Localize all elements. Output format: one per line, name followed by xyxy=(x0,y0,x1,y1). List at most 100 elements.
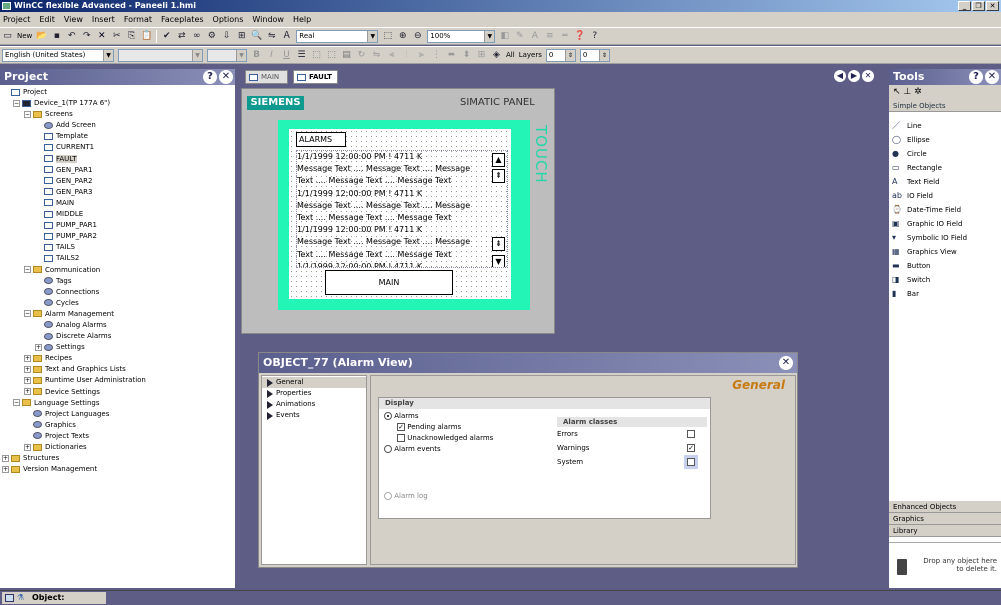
tool-bar[interactable]: ▮ Bar xyxy=(889,287,1001,301)
grid-icon[interactable]: ⊞ xyxy=(476,50,487,61)
tree-item-add-screen[interactable]: Add Screen xyxy=(2,120,235,131)
alarms-radio[interactable] xyxy=(384,412,392,420)
delete-drop-zone[interactable]: Drop any object here to delete it. xyxy=(889,542,1001,588)
replace-icon[interactable]: ⇋ xyxy=(266,31,277,42)
alarm-class-checkbox[interactable] xyxy=(687,430,695,438)
save-icon[interactable]: ▪ xyxy=(51,31,62,42)
dialog-close-icon[interactable]: ✕ xyxy=(779,356,793,370)
alarms-title-field[interactable]: ALARMS xyxy=(296,132,346,147)
order-icon[interactable]: ▤ xyxy=(341,50,352,61)
tool-circle[interactable]: ● Circle xyxy=(889,147,1001,161)
tree-item-graphics[interactable]: Graphics xyxy=(2,420,235,431)
font-combo[interactable]: Real ▼ xyxy=(296,29,379,43)
layer-spin-2[interactable]: 0 ⇕ xyxy=(579,48,610,62)
transfer-icon[interactable]: ⇄ xyxy=(176,31,187,42)
alarm-events-radio[interactable] xyxy=(384,445,392,453)
language-combo[interactable]: English (United States) ▼ xyxy=(2,48,114,62)
collapse-icon[interactable]: − xyxy=(13,99,20,107)
menu-edit[interactable]: Edit xyxy=(39,15,55,24)
align-icon[interactable]: ☰ xyxy=(296,50,307,61)
download-icon[interactable]: ⇩ xyxy=(221,31,232,42)
line-color-icon[interactable]: ✎ xyxy=(514,31,525,42)
same-width-icon[interactable]: ⬌ xyxy=(446,50,457,61)
flip-icon[interactable]: ⇋ xyxy=(371,50,382,61)
tab-next-icon[interactable]: ▶ xyxy=(848,70,860,82)
expand-icon[interactable]: + xyxy=(24,376,31,384)
group-icon[interactable]: ⬚ xyxy=(311,50,322,61)
tab-main[interactable]: MAIN xyxy=(245,70,288,84)
tree-item-alarm-management[interactable]: − Alarm Management xyxy=(2,309,235,320)
tree-item-screens[interactable]: − Screens xyxy=(2,109,235,120)
tree-item-current1[interactable]: CURRENT1 xyxy=(2,142,235,153)
restore-button[interactable]: ❐ xyxy=(972,1,985,11)
expand-icon[interactable]: + xyxy=(35,343,42,351)
font-family-combo[interactable]: ▼ xyxy=(118,48,203,62)
nav-general[interactable]: General xyxy=(262,377,366,388)
hmi-panel-frame[interactable]: SIEMENS SIMATIC PANEL TOUCH ALARMS 1/1/1… xyxy=(241,88,555,334)
new-icon[interactable]: ▭ xyxy=(2,31,13,42)
alarms-radio-row[interactable]: Alarms xyxy=(384,412,418,420)
tools-close-icon[interactable]: ✕ xyxy=(985,70,999,84)
enhanced-objects-section[interactable]: Enhanced Objects xyxy=(889,501,1001,513)
tab-prev-icon[interactable]: ◀ xyxy=(834,70,846,82)
tree-item-gen-par1[interactable]: GEN_PAR1 xyxy=(2,165,235,176)
tree-item-text-and-graphics-lists[interactable]: + Text and Graphics Lists xyxy=(2,364,235,375)
main-button[interactable]: MAIN xyxy=(325,270,453,295)
open-icon[interactable]: 📂 xyxy=(36,31,47,42)
font-size-combo[interactable]: ▼ xyxy=(207,48,247,62)
object-status[interactable]: ⚗ Object: xyxy=(2,592,106,604)
pending-alarms-checkbox[interactable]: ✓ xyxy=(397,423,405,431)
tree-item-gen-par2[interactable]: GEN_PAR2 xyxy=(2,176,235,187)
pointer-icon[interactable]: ↖ xyxy=(893,87,901,97)
zoom-out-icon[interactable]: ⊖ xyxy=(412,31,423,42)
tree-item-language-settings[interactable]: − Language Settings xyxy=(2,398,235,409)
tree-item-project[interactable]: Project xyxy=(2,87,235,98)
close-button[interactable]: ✕ xyxy=(986,1,999,11)
same-height-icon[interactable]: ⬍ xyxy=(461,50,472,61)
tree-item-gen-par3[interactable]: GEN_PAR3 xyxy=(2,187,235,198)
tool-switch[interactable]: ◨ Switch xyxy=(889,273,1001,287)
underline-icon[interactable]: U xyxy=(281,50,292,61)
menu-insert[interactable]: Insert xyxy=(92,15,115,24)
tools-options-icon[interactable]: ✲ xyxy=(914,87,922,97)
italic-icon[interactable]: I xyxy=(266,50,277,61)
tab-fault[interactable]: FAULT xyxy=(293,70,338,84)
tree-item-project-languages[interactable]: Project Languages xyxy=(2,409,235,420)
graphics-section[interactable]: Graphics xyxy=(889,513,1001,525)
tree-item-settings[interactable]: + Settings xyxy=(2,342,235,353)
page-up-icon[interactable]: ⇞ xyxy=(492,169,505,183)
page-down-icon[interactable]: ⇟ xyxy=(492,237,505,251)
context-help-icon[interactable]: ? xyxy=(589,31,600,42)
tree-item-recipes[interactable]: + Recipes xyxy=(2,353,235,364)
menu-options[interactable]: Options xyxy=(213,15,244,24)
unack-alarms-row[interactable]: Unacknowledged alarms xyxy=(397,434,493,442)
nav-events[interactable]: Events xyxy=(262,410,366,421)
align-right-icon[interactable]: ⫸ xyxy=(416,50,427,61)
layer-spin-1[interactable]: 0 ⇕ xyxy=(545,48,576,62)
alarm-events-row[interactable]: Alarm events xyxy=(384,445,441,453)
tree-item-structures[interactable]: + Structures xyxy=(2,453,235,464)
collapse-icon[interactable]: − xyxy=(13,399,20,407)
rotate-icon[interactable]: ↻ xyxy=(356,50,367,61)
tool-date-time-field[interactable]: ⌚ Date-Time Field xyxy=(889,203,1001,217)
tool-symbolic-io-field[interactable]: ▾ Symbolic IO Field xyxy=(889,231,1001,245)
tool-graphics-view[interactable]: ▦ Graphics View xyxy=(889,245,1001,259)
tree-item-tails2[interactable]: TAILS2 xyxy=(2,253,235,264)
tool-graphic-io-field[interactable]: ▣ Graphic IO Field xyxy=(889,217,1001,231)
alarm-class-checkbox[interactable] xyxy=(687,458,695,466)
collapse-icon[interactable]: − xyxy=(24,310,31,318)
compile-icon[interactable]: ⚙ xyxy=(206,31,217,42)
text-color-icon[interactable]: A xyxy=(529,31,540,42)
undo-icon[interactable]: ↶ xyxy=(66,31,77,42)
scroll-down-icon[interactable]: ▼ xyxy=(492,255,505,267)
expand-icon[interactable]: + xyxy=(24,365,31,373)
zoom-in-icon[interactable]: ⊕ xyxy=(397,31,408,42)
tree-item-middle[interactable]: MIDDLE xyxy=(2,209,235,220)
align-left-icon[interactable]: ⫷ xyxy=(386,50,397,61)
collapse-icon[interactable]: − xyxy=(24,266,31,273)
pending-alarms-row[interactable]: ✓ Pending alarms xyxy=(397,423,461,431)
expand-icon[interactable]: + xyxy=(2,465,9,473)
expand-icon[interactable]: + xyxy=(24,354,31,362)
align-center-icon[interactable]: ⫶ xyxy=(401,50,412,61)
tree-item-pump-par2[interactable]: PUMP_PAR2 xyxy=(2,231,235,242)
